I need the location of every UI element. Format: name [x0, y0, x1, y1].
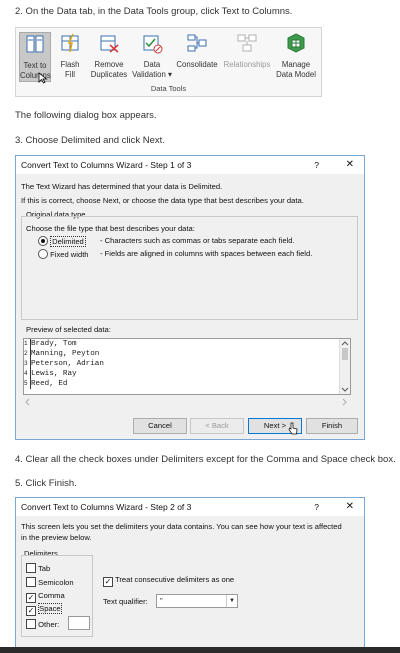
consolidate-button[interactable]: Consolidate	[174, 32, 220, 70]
hand-cursor-icon	[288, 422, 298, 435]
cancel-button[interactable]: Cancel	[133, 418, 187, 434]
step-2-text: 2. On the Data tab, in the Data Tools gr…	[15, 6, 293, 17]
dialog-title: Convert Text to Columns Wizard - Step 1 …	[21, 160, 192, 170]
fixed-width-radio[interactable]: Fixed width	[38, 249, 89, 259]
preview-row: 4 Lewis, Ray	[24, 369, 77, 379]
semicolon-check-box[interactable]	[26, 577, 36, 587]
fixed-width-description: - Fields are aligned in columns with spa…	[100, 249, 313, 258]
text-to-columns-icon	[26, 35, 44, 53]
consolidate-icon	[187, 34, 207, 52]
taskbar	[0, 647, 400, 653]
text-qualifier-select[interactable]: " ▼	[156, 594, 238, 608]
choose-file-type-label: Choose the file type that best describes…	[26, 224, 195, 233]
preview-row: 2 Manning, Peyton	[24, 349, 100, 359]
step-5-text: 5. Click Finish.	[15, 478, 77, 489]
remove-duplicates-icon	[100, 35, 119, 53]
wizard-step1-dialog: Convert Text to Columns Wizard - Step 1 …	[15, 155, 365, 440]
other-check-box[interactable]	[26, 619, 36, 629]
mouse-cursor-icon	[38, 72, 48, 84]
preview-row: 1 Brady, Tom	[24, 339, 77, 349]
finish-button[interactable]: Finish	[306, 418, 358, 434]
data-preview-box[interactable]: 1 Brady, Tom 2 Manning, Peyton 3 Peterson, …	[23, 338, 351, 395]
space-checkbox[interactable]: ✓ Space	[26, 603, 62, 616]
comma-checkbox[interactable]: ✓ Comma	[26, 591, 65, 603]
manage-data-model-button[interactable]: Manage Data Model	[273, 32, 319, 80]
flash-fill-button[interactable]: Flash Fill	[54, 32, 86, 80]
dialog-appears-text: The following dialog box appears.	[15, 110, 157, 121]
semicolon-checkbox[interactable]: Semicolon	[26, 577, 74, 587]
chevron-down-icon: ▼	[226, 595, 237, 607]
consecutive-delimiters-checkbox[interactable]: ✓ Treat consecutive delimiters as one	[103, 575, 234, 587]
preview-row: 5 Reed, Ed	[24, 379, 68, 389]
tab-check-box[interactable]	[26, 563, 36, 573]
relationships-icon	[237, 34, 257, 52]
preview-vertical-scrollbar[interactable]	[339, 339, 350, 394]
other-delimiter-input[interactable]	[68, 616, 90, 630]
relationships-button[interactable]: Relationships	[221, 32, 273, 70]
close-icon[interactable]: ✕	[346, 156, 354, 174]
scroll-arrows-icon	[341, 341, 349, 392]
wizard-info-line1: The Text Wizard has determined that your…	[21, 182, 223, 191]
delimited-description: - Characters such as commas or tabs sepa…	[100, 236, 295, 245]
text-qualifier-label: Text qualifier:	[103, 597, 148, 606]
help-icon[interactable]: ?	[314, 156, 319, 174]
delimited-label: Delimited	[50, 236, 86, 247]
dialog-title-bar: Convert Text to Columns Wizard - Step 2 …	[16, 498, 364, 516]
preview-horizontal-scrollbar[interactable]	[23, 394, 349, 406]
data-tools-ribbon-group: Text to Columns Flash Fill Remove Duplic…	[15, 27, 322, 97]
wizard-step2-dialog: Convert Text to Columns Wizard - Step 2 …	[15, 497, 365, 651]
dialog-title: Convert Text to Columns Wizard - Step 2 …	[21, 502, 192, 512]
fixed-width-label: Fixed width	[50, 250, 89, 259]
wizard-info-line2: in the preview below.	[21, 533, 92, 542]
help-icon[interactable]: ?	[314, 498, 319, 516]
preview-row: 3 Peterson, Adrian	[24, 359, 104, 369]
step-4-text: 4. Clear all the check boxes under Delim…	[15, 454, 396, 465]
wizard-info-line2: If this is correct, choose Next, or choo…	[21, 196, 304, 205]
space-check-box[interactable]: ✓	[26, 606, 36, 616]
manage-data-model-icon	[287, 33, 305, 53]
consecutive-check-box[interactable]: ✓	[103, 577, 113, 587]
tab-checkbox[interactable]: Tab	[26, 563, 50, 573]
close-icon[interactable]: ✕	[346, 498, 354, 516]
horizontal-scroll-arrows-icon	[25, 398, 347, 406]
flash-fill-icon	[61, 33, 79, 53]
step-3-text: 3. Choose Delimited and click Next.	[15, 135, 165, 146]
remove-duplicates-button[interactable]: Remove Duplicates	[89, 32, 129, 80]
data-validation-button[interactable]: Data Validation ▾	[131, 32, 173, 80]
dialog-title-bar: Convert Text to Columns Wizard - Step 1 …	[16, 156, 364, 174]
data-validation-icon	[143, 35, 163, 54]
delimited-radio[interactable]: Delimited	[38, 236, 86, 247]
back-button[interactable]: < Back	[190, 418, 244, 434]
wizard-info-line1: This screen lets you set the delimiters …	[21, 522, 342, 531]
comma-check-box[interactable]: ✓	[26, 593, 36, 603]
delimited-radio-dot[interactable]	[38, 236, 48, 246]
ribbon-group-label: Data Tools	[150, 84, 187, 93]
fixed-width-radio-dot[interactable]	[38, 249, 48, 259]
preview-label: Preview of selected data:	[26, 325, 111, 334]
other-checkbox[interactable]: Other:	[26, 619, 59, 629]
